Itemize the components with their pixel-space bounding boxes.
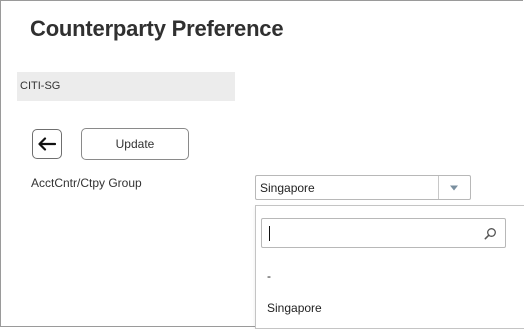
- search-icon: [484, 228, 496, 240]
- dropdown-option-empty[interactable]: -: [256, 266, 524, 288]
- arrow-left-icon: [38, 137, 56, 151]
- counterparty-field: CITI-SG: [17, 72, 235, 101]
- select-divider: [438, 176, 439, 199]
- selected-value: Singapore: [260, 181, 315, 195]
- dropdown-panel: - Singapore: [255, 205, 524, 329]
- dropdown-search-field[interactable]: [261, 218, 506, 248]
- counterparty-value: CITI-SG: [20, 80, 61, 92]
- dropdown-option-singapore[interactable]: Singapore: [256, 298, 524, 320]
- acct-group-select[interactable]: Singapore: [255, 175, 471, 200]
- back-button[interactable]: [32, 129, 62, 159]
- caret-down-icon[interactable]: [447, 184, 461, 192]
- app-frame: Counterparty Preference CITI-SG Update A…: [0, 0, 524, 329]
- dropdown-search-input[interactable]: [267, 222, 467, 244]
- option-label: -: [267, 269, 271, 283]
- acct-group-label: AcctCntr/Ctpy Group: [31, 176, 142, 190]
- update-button[interactable]: Update: [81, 128, 189, 160]
- option-label: Singapore: [267, 301, 322, 315]
- page-title: Counterparty Preference: [30, 16, 284, 41]
